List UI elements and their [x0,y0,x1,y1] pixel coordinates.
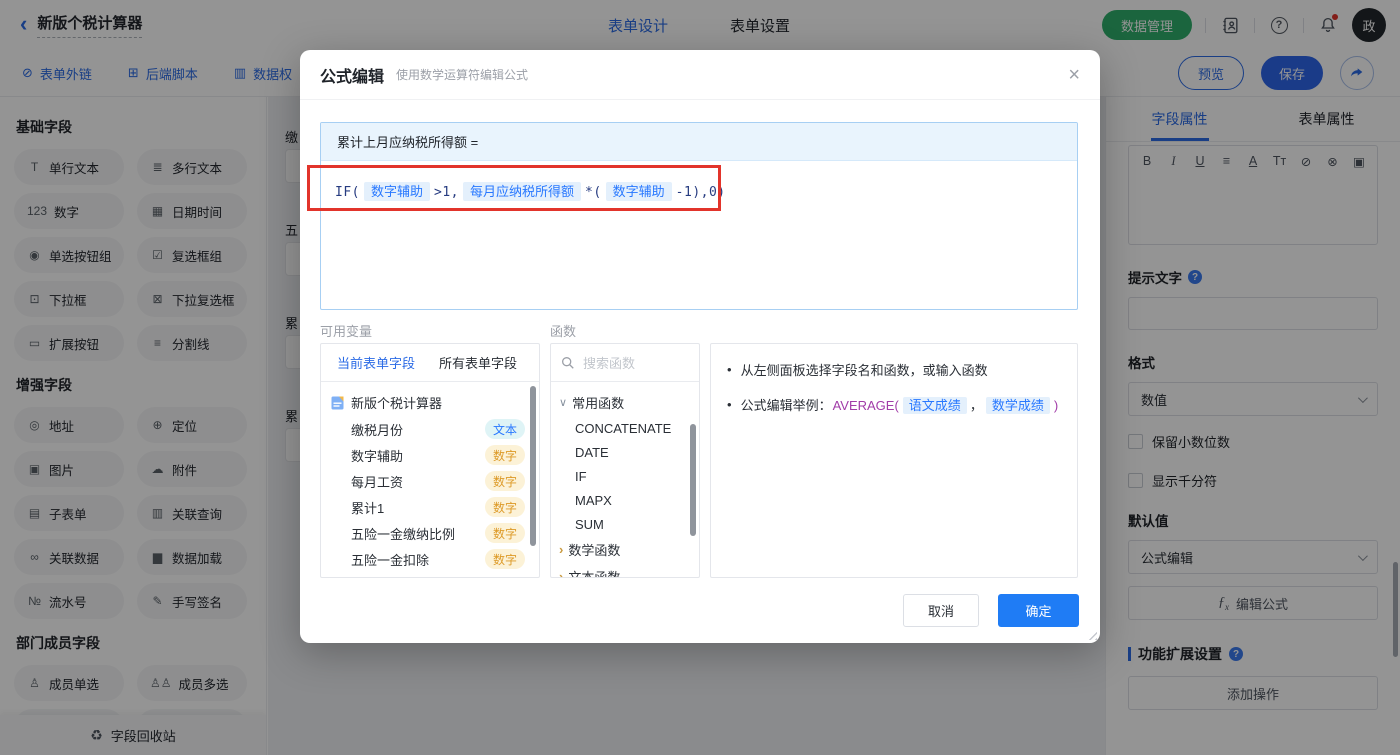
function-item[interactable]: CONCATENATE [551,416,699,440]
variable-row[interactable]: 累计1 数字 [321,494,539,520]
field-type-badge: 数字 [484,497,525,517]
variable-name: 五险一金扣除 [351,552,430,568]
variable-row[interactable]: 五险一金缴纳比例 数字 [321,520,539,546]
variables-panel: 当前表单字段 所有表单字段 新版个税计算器 缴税月份 文本 数字辅助 数字 每月工资 数字累… [320,343,540,578]
function-item[interactable]: IF [551,464,699,488]
close-icon[interactable]: × [1068,65,1080,85]
field-type-badge: 数字 [484,445,525,465]
variable-name: 数字辅助 [351,448,404,464]
confirm-button[interactable]: 确定 [998,594,1079,627]
modal-subtitle: 使用数学运算符编辑公式 [396,68,529,82]
form-tree-label: 新版个税计算器 [351,396,443,411]
formula-help-panel: • 从左侧面板选择字段名和函数，或输入函数 • 公式编辑举例：AVERAGE(语… [710,343,1078,578]
formula-code: IF( [335,185,360,200]
function-group-label: 数学函数 [568,543,621,558]
variables-tab[interactable]: 当前表单字段 [337,353,415,372]
function-item[interactable]: MAPX [551,488,699,512]
formula-editor-modal: 公式编辑 使用数学运算符编辑公式 × 累计上月应纳税所得额 = IF(数字辅助 >… [300,50,1100,643]
example-text: AVERAGE( [832,398,899,413]
example-text: ) [1053,398,1059,413]
variables-tree: 新版个税计算器 缴税月份 文本 数字辅助 数字 每月工资 数字 累计1 数字 五险一金缴纳比例数… [321,382,539,577]
bullet: • [727,362,732,377]
functions-label: 函数 [550,324,577,339]
help-example: 公式编辑举例：AVERAGE(语文成绩，数学成绩) [741,395,1060,414]
variables-scrollbar[interactable] [530,386,536,546]
modal-title: 公式编辑 [320,68,385,86]
formula-code: >1, [434,185,459,200]
formula-input-area[interactable]: 累计上月应纳税所得额 = IF(数字辅助 >1, 每月应纳税所得额 *(数字辅助 -1)… [320,122,1078,310]
functions-scrollbar[interactable] [690,424,696,536]
example-text: 公式编辑举例： [740,398,832,413]
formula-field-token[interactable]: 数字辅助 [363,182,430,201]
functions-tree: ∨ 常用函数 CONCATENATE DATE IF MAPX SUM › 数学函数 › 文本函数 [551,382,699,578]
variable-row[interactable]: 每月工资 数字 [321,468,539,494]
variable-name: 每月工资 [351,474,404,490]
function-item[interactable]: SUM [551,512,699,536]
variable-name: 五险一金缴纳比例 [351,526,456,542]
formula-target-field: 累计上月应纳税所得额 = [321,123,1077,161]
field-type-badge: 数字 [484,523,525,543]
field-type-badge: 文本 [484,419,525,439]
resize-grip-icon[interactable] [1086,629,1097,640]
chevron-right-icon: › [559,542,564,557]
help-tip: 从左侧面板选择字段名和函数，或输入函数 [740,363,988,378]
function-group[interactable]: › 数学函数 [551,536,699,563]
formula-field-token[interactable]: 每月应纳税所得额 [462,182,581,201]
variable-row[interactable]: 数字辅助 数字 [321,442,539,468]
form-tree-node[interactable]: 新版个税计算器 [321,389,539,416]
formula-code: -1),0) [675,185,726,200]
search-placeholder: 搜索函数 [583,356,636,371]
example-field-token: 语文成绩 [902,397,967,414]
function-group-label: 文本函数 [568,570,621,578]
example-field-token: 数学成绩 [985,397,1050,414]
function-group[interactable]: ∨ 常用函数 [551,389,699,416]
formula-code: *( [585,185,602,200]
search-icon [562,356,574,369]
form-doc-icon [331,396,344,409]
formula-field-token[interactable]: 数字辅助 [605,182,672,201]
bullet: • [727,397,732,412]
function-group[interactable]: › 文本函数 [551,563,699,578]
cancel-button[interactable]: 取消 [903,594,979,627]
example-text: ， [969,398,983,413]
variables-tab[interactable]: 所有表单字段 [439,353,517,372]
function-search-input[interactable]: 搜索函数 [551,344,699,382]
variable-row[interactable]: 五险一金扣除 数字 [321,546,539,572]
variable-name: 缴税月份 [351,422,404,438]
formula-expression[interactable]: IF(数字辅助 >1, 每月应纳税所得额 *(数字辅助 -1),0) [335,182,726,201]
variable-row[interactable]: 缴税月份 文本 [321,416,539,442]
functions-panel: 搜索函数 ∨ 常用函数 CONCATENATE DATE IF MAPX SUM › 数学函数 ›… [550,343,700,578]
variable-name: 累计1 [351,500,385,516]
field-type-badge: 数字 [484,471,525,491]
chevron-down-icon: ∨ [559,397,568,409]
chevron-right-icon: › [559,569,564,578]
function-item[interactable]: DATE [551,440,699,464]
function-group-label: 常用函数 [572,396,625,411]
field-type-badge: 数字 [484,549,525,569]
variables-label: 可用变量 [320,324,373,339]
